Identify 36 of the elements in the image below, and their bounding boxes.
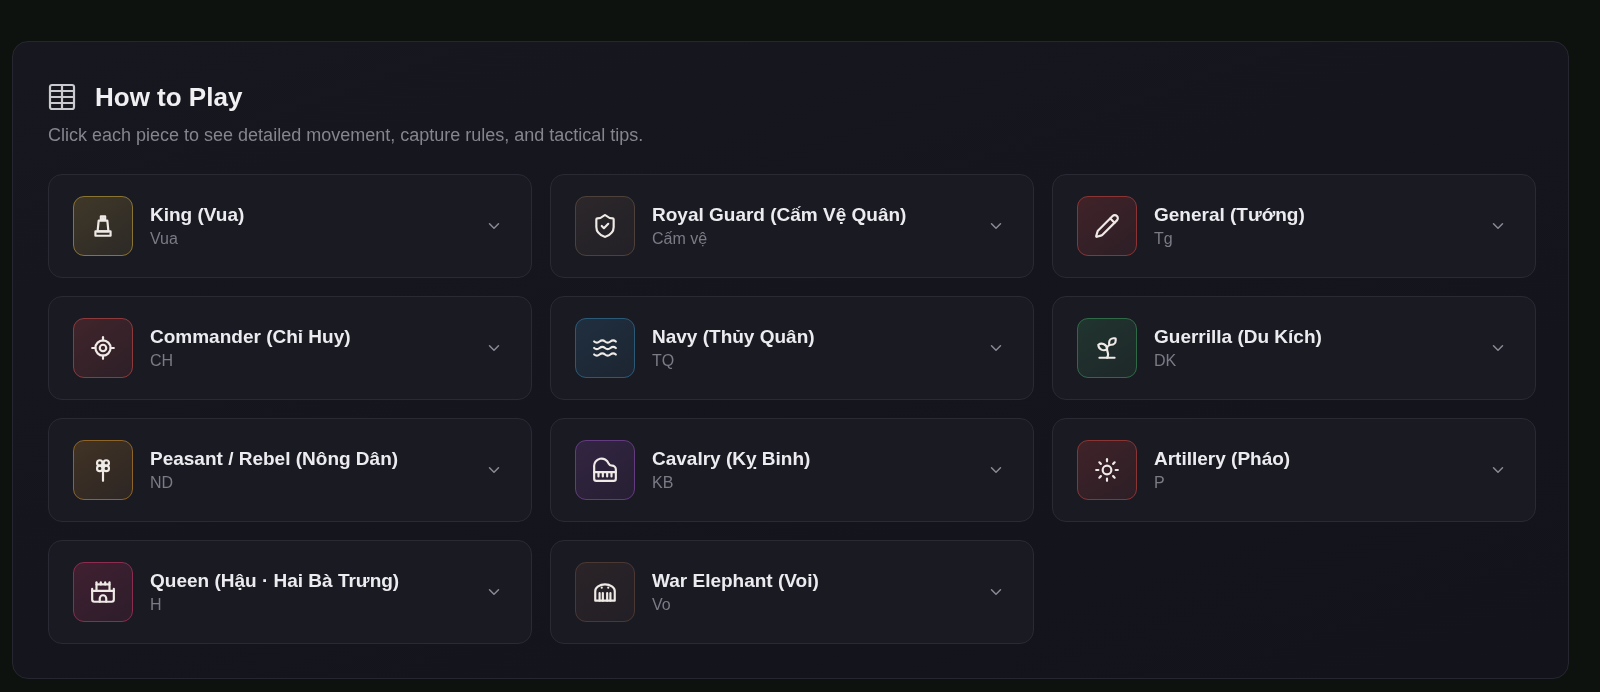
piece-card[interactable]: Cavalry (Kỵ Binh) KB [550, 418, 1034, 522]
piece-card[interactable]: Navy (Thủy Quân) TQ [550, 296, 1034, 400]
piece-card[interactable]: Commander (Chỉ Huy) CH [48, 296, 532, 400]
piece-name: Commander (Chỉ Huy) [150, 325, 352, 349]
piece-abbreviation: CH [150, 351, 175, 371]
piece-name: Artillery (Pháo) [1154, 447, 1292, 471]
piece-abbreviation: Vo [652, 595, 672, 615]
piece-name: Royal Guard (Cấm Vệ Quân) [652, 203, 908, 227]
panel-title: How to Play [95, 81, 243, 113]
piece-abbreviation: TQ [652, 351, 676, 371]
piece-name: Queen (Hậu · Hai Bà Trưng) [150, 569, 401, 593]
piece-card[interactable]: Queen (Hậu · Hai Bà Trưng) H [48, 540, 532, 644]
piece-abbreviation: DK [1154, 351, 1178, 371]
piece-abbreviation: ND [150, 473, 175, 493]
piece-card[interactable]: Guerrilla (Du Kích) DK [1052, 296, 1536, 400]
piece-card[interactable]: Artillery (Pháo) P [1052, 418, 1536, 522]
piece-card[interactable]: Royal Guard (Cấm Vệ Quân) Cấm vệ [550, 174, 1034, 278]
piece-abbreviation: Vua [150, 229, 179, 249]
piece-abbreviation: P [1154, 473, 1166, 493]
piece-card[interactable]: King (Vua) Vua [48, 174, 532, 278]
piece-abbreviation: KB [652, 473, 675, 493]
piece-card[interactable]: Peasant / Rebel (Nông Dân) ND [48, 418, 532, 522]
piece-card[interactable]: War Elephant (Voi) Vo [550, 540, 1034, 644]
piece-name: Peasant / Rebel (Nông Dân) [150, 447, 400, 471]
piece-card[interactable]: General (Tướng) Tg [1052, 174, 1536, 278]
panel-subtitle: Click each piece to see detailed movement, capture rules, and tactical tips. [48, 124, 645, 146]
piece-abbreviation: Cấm vệ [652, 229, 709, 249]
piece-name: King (Vua) [150, 203, 246, 227]
piece-name: General (Tướng) [1154, 203, 1306, 227]
piece-name: Cavalry (Kỵ Binh) [652, 447, 812, 471]
piece-abbreviation: H [150, 595, 163, 615]
piece-name: War Elephant (Voi) [652, 569, 820, 593]
table-icon [48, 83, 76, 111]
piece-name: Guerrilla (Du Kích) [1154, 325, 1323, 349]
piece-abbreviation: Tg [1154, 229, 1174, 249]
piece-name: Navy (Thủy Quân) [652, 325, 816, 349]
